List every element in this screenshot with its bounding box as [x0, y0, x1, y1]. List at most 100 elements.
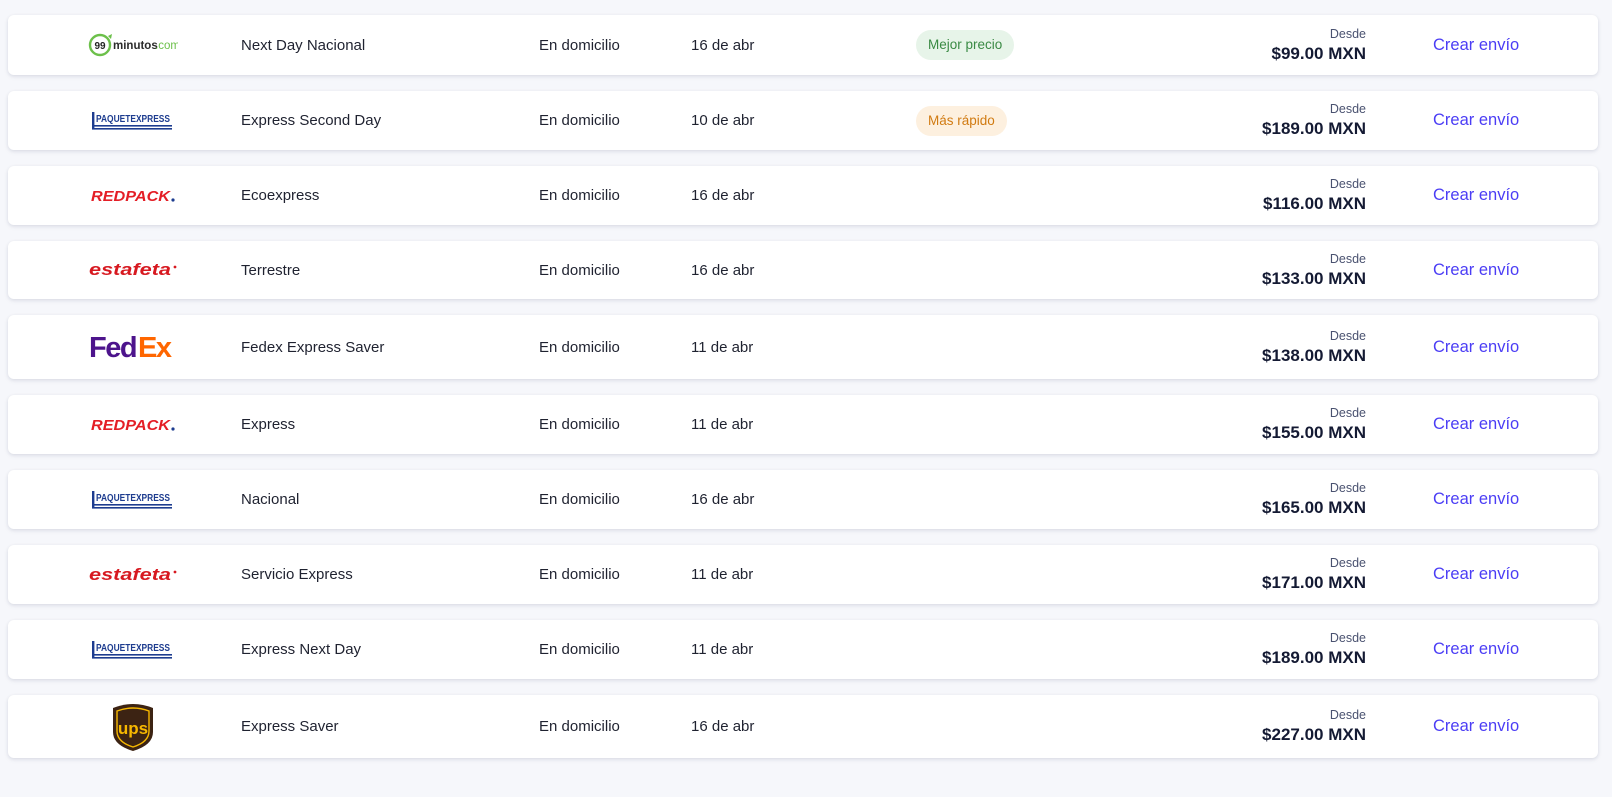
- shipping-option-row: ups Express Saver En domicilio 16 de abr…: [8, 695, 1598, 758]
- service-name: Next Day Nacional: [241, 36, 366, 54]
- create-shipment-link[interactable]: Crear envío: [1433, 695, 1519, 758]
- create-shipment-link[interactable]: Crear envío: [1433, 15, 1519, 75]
- price-from-label: Desde: [1329, 556, 1366, 570]
- price-block: Desde $99.00 MXN: [1272, 15, 1367, 75]
- svg-text:REDPACK: REDPACK: [91, 189, 172, 205]
- delivery-type: En domicilio: [539, 36, 620, 54]
- price-block: Desde $171.00 MXN: [1262, 545, 1366, 604]
- paquetexpress-logo-icon: PAQUETEXPRESS: [68, 470, 198, 529]
- delivery-type: En domicilio: [539, 187, 620, 204]
- service-name: Servicio Express: [241, 566, 353, 583]
- shipping-option-row: Fed Ex Fedex Express Saver En domicilio …: [8, 315, 1598, 379]
- price-block: Desde $189.00 MXN: [1262, 91, 1366, 150]
- service-name: Ecoexpress: [241, 187, 320, 204]
- service-name: Express Saver: [241, 718, 339, 735]
- delivery-type: En domicilio: [539, 491, 620, 508]
- delivery-date: 16 de abr: [691, 718, 755, 735]
- price-block: Desde $227.00 MXN: [1262, 695, 1366, 758]
- delivery-date: 16 de abr: [691, 187, 755, 204]
- paquetexpress-logo-icon: PAQUETEXPRESS: [68, 620, 198, 679]
- shipping-option-row: estafeta Servicio Express En domicilio 1…: [8, 545, 1598, 604]
- delivery-date: 10 de abr: [691, 112, 755, 129]
- delivery-type: En domicilio: [539, 416, 620, 433]
- delivery-date: 16 de abr: [691, 36, 755, 54]
- delivery-date: 11 de abr: [691, 566, 754, 583]
- svg-text:PAQUETEXPRESS: PAQUETEXPRESS: [96, 643, 170, 654]
- create-shipment-link[interactable]: Crear envío: [1433, 166, 1519, 225]
- price-from-label: Desde: [1329, 26, 1366, 41]
- price-from-label: Desde: [1329, 708, 1366, 722]
- service-name: Nacional: [241, 491, 300, 508]
- create-shipment-link[interactable]: Crear envío: [1433, 241, 1519, 299]
- create-shipment-link[interactable]: Crear envío: [1433, 91, 1519, 150]
- service-name: Express: [241, 416, 296, 433]
- price-block: Desde $155.00 MXN: [1262, 395, 1366, 454]
- create-shipment-link[interactable]: Crear envío: [1433, 315, 1519, 379]
- delivery-type: En domicilio: [539, 112, 620, 129]
- estafeta-logo-icon: estafeta: [68, 241, 198, 299]
- paquetexpress-logo-icon: PAQUETEXPRESS: [68, 91, 198, 150]
- service-name: Express Next Day: [241, 641, 362, 658]
- price-amount: $227.00 MXN: [1262, 725, 1366, 744]
- price-from-label: Desde: [1329, 102, 1366, 116]
- fedex-logo-icon: Fed Ex: [68, 315, 198, 379]
- shipping-option-row: PAQUETEXPRESS Express Second Day En domi…: [8, 91, 1598, 150]
- price-from-label: Desde: [1329, 251, 1366, 266]
- create-shipment-link[interactable]: Crear envío: [1433, 620, 1519, 679]
- delivery-type: En domicilio: [539, 338, 620, 356]
- svg-text:PAQUETEXPRESS: PAQUETEXPRESS: [96, 493, 170, 504]
- delivery-date: 16 de abr: [691, 261, 755, 279]
- redpack-logo-icon: REDPACK: [68, 166, 198, 225]
- estafeta-logo-icon: estafeta: [68, 545, 198, 604]
- svg-text:minutos: minutos: [113, 40, 158, 52]
- price-from-label: Desde: [1329, 406, 1366, 420]
- price-from-label: Desde: [1329, 328, 1366, 343]
- shipping-option-row: REDPACK Ecoexpress En domicilio 16 de ab…: [8, 166, 1598, 225]
- create-shipment-link[interactable]: Crear envío: [1433, 545, 1519, 604]
- price-amount: $116.00 MXN: [1262, 194, 1366, 213]
- create-shipment-link[interactable]: Crear envío: [1433, 470, 1519, 529]
- price-from-label: Desde: [1329, 177, 1366, 191]
- shipping-options-list: 99 minutos .com Next Day Nacional En dom…: [0, 0, 1612, 797]
- svg-text:Ex: Ex: [138, 332, 172, 362]
- price-block: Desde $133.00 MXN: [1262, 241, 1366, 299]
- svg-text:REDPACK: REDPACK: [91, 418, 172, 434]
- price-amount: $189.00 MXN: [1262, 648, 1366, 667]
- price-block: Desde $189.00 MXN: [1262, 620, 1366, 679]
- delivery-type: En domicilio: [539, 641, 620, 658]
- create-shipment-link[interactable]: Crear envío: [1433, 395, 1519, 454]
- delivery-type: En domicilio: [539, 718, 620, 735]
- svg-text:Fed: Fed: [89, 332, 136, 362]
- svg-text:estafeta: estafeta: [89, 565, 171, 584]
- 99minutos-logo-icon: 99 minutos .com: [68, 15, 198, 75]
- svg-text:99: 99: [94, 41, 106, 52]
- svg-text:PAQUETEXPRESS: PAQUETEXPRESS: [96, 114, 170, 125]
- delivery-date: 11 de abr: [691, 338, 754, 356]
- delivery-date: 11 de abr: [691, 416, 754, 433]
- shipping-option-row: PAQUETEXPRESS Express Next Day En domici…: [8, 620, 1598, 679]
- service-name: Fedex Express Saver: [241, 338, 385, 356]
- service-name: Express Second Day: [241, 112, 382, 129]
- svg-text:.com: .com: [155, 40, 178, 52]
- price-from-label: Desde: [1329, 481, 1366, 495]
- delivery-date: 16 de abr: [691, 491, 755, 508]
- ups-logo-icon: ups: [68, 695, 198, 758]
- shipping-option-row: REDPACK Express En domicilio 11 de abr D…: [8, 395, 1598, 454]
- delivery-type: En domicilio: [539, 566, 620, 583]
- price-amount: $171.00 MXN: [1262, 573, 1366, 592]
- svg-text:ups: ups: [118, 719, 148, 738]
- price-block: Desde $116.00 MXN: [1263, 166, 1366, 225]
- shipping-option-row: PAQUETEXPRESS Nacional En domicilio 16 d…: [8, 470, 1598, 529]
- price-amount: $138.00 MXN: [1262, 345, 1366, 365]
- shipping-option-row: estafeta Terrestre En domicilio 16 de ab…: [8, 241, 1598, 299]
- price-amount: $99.00 MXN: [1271, 43, 1367, 63]
- price-amount: $189.00 MXN: [1262, 119, 1366, 138]
- fastest-badge: Más rápido: [916, 105, 1007, 136]
- price-amount: $133.00 MXN: [1262, 268, 1366, 288]
- price-block: Desde $165.00 MXN: [1262, 470, 1366, 529]
- redpack-logo-icon: REDPACK: [68, 395, 198, 454]
- price-from-label: Desde: [1329, 631, 1366, 645]
- price-amount: $155.00 MXN: [1262, 423, 1366, 442]
- delivery-type: En domicilio: [539, 261, 620, 279]
- shipping-option-row: 99 minutos .com Next Day Nacional En dom…: [8, 15, 1598, 75]
